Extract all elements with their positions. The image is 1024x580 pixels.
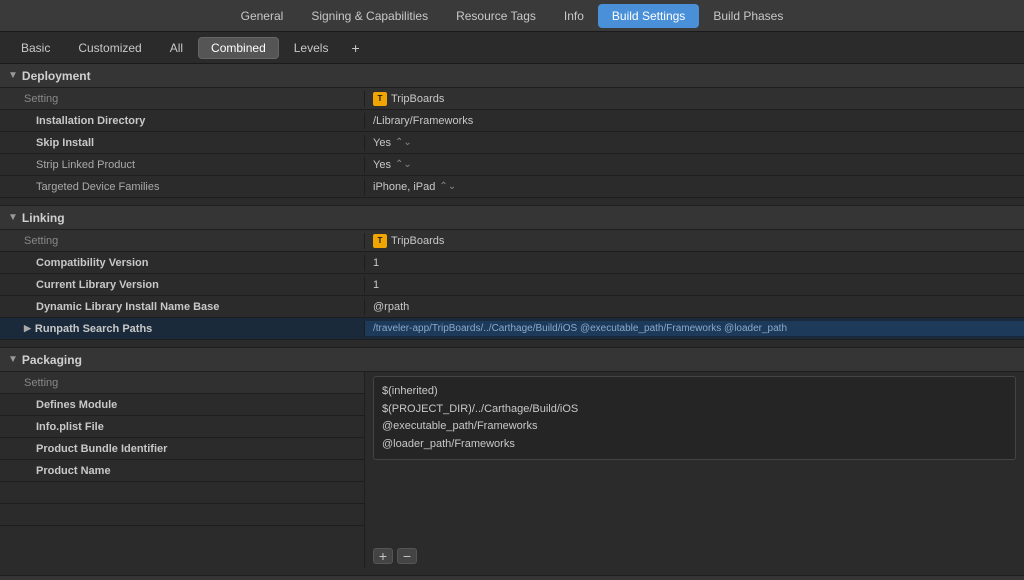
tab-general[interactable]: General xyxy=(227,4,298,28)
section-search-paths[interactable]: ▼ Search Paths xyxy=(0,576,1024,580)
packaging-title: Packaging xyxy=(22,353,82,367)
packaging-dropdown-panel[interactable]: $(inherited) $(PROJECT_DIR)/../Carthage/… xyxy=(373,376,1016,460)
settings-table: ▼ Deployment Setting T TripBoards Instal… xyxy=(0,64,1024,580)
table-row xyxy=(0,482,364,504)
tab-info[interactable]: Info xyxy=(550,4,598,28)
section-linking[interactable]: ▼ Linking xyxy=(0,206,1024,230)
section-packaging[interactable]: ▼ Packaging xyxy=(0,348,1024,372)
linking-target-icon: T xyxy=(373,234,387,248)
tab-resource-tags[interactable]: Resource Tags xyxy=(442,4,550,28)
filter-basic[interactable]: Basic xyxy=(8,37,63,59)
installation-directory-value: /Library/Frameworks xyxy=(365,113,1024,129)
top-nav: General Signing & Capabilities Resource … xyxy=(0,0,1024,32)
dropdown-remove-button[interactable]: − xyxy=(397,548,417,564)
filter-customized[interactable]: Customized xyxy=(65,37,154,59)
strip-linked-product-value: Yes ⌃⌄ xyxy=(365,157,1024,173)
dropdown-line-2: $(PROJECT_DIR)/../Carthage/Build/iOS xyxy=(382,401,1007,419)
table-row: Compatibility Version 1 xyxy=(0,252,1024,274)
strip-linked-product-label: Strip Linked Product xyxy=(0,157,365,173)
skip-install-label: Skip Install xyxy=(0,135,365,151)
targeted-device-label: Targeted Device Families xyxy=(0,179,365,195)
table-row: Targeted Device Families iPhone, iPad ⌃⌄ xyxy=(0,176,1024,198)
filter-levels[interactable]: Levels xyxy=(281,37,342,59)
packaging-triangle: ▼ xyxy=(8,354,18,365)
filter-all[interactable]: All xyxy=(157,37,196,59)
table-row xyxy=(0,504,364,526)
main-content: ▼ Deployment Setting T TripBoards Instal… xyxy=(0,64,1024,580)
tab-build-settings[interactable]: Build Settings xyxy=(598,4,699,28)
dylib-install-name-value: @rpath xyxy=(365,299,1024,315)
deployment-value-header: T TripBoards xyxy=(365,90,1024,108)
dropdown-footer: + − xyxy=(365,544,1024,568)
tab-build-phases[interactable]: Build Phases xyxy=(699,4,797,28)
deployment-header-row: Setting T TripBoards xyxy=(0,88,1024,110)
skip-install-stepper[interactable]: ⌃⌄ xyxy=(395,137,412,148)
add-filter-button[interactable]: + xyxy=(343,37,367,59)
dropdown-line-1: $(inherited) xyxy=(382,383,1007,401)
dropdown-line-4: @loader_path/Frameworks xyxy=(382,436,1007,454)
spacer3 xyxy=(0,568,1024,576)
defines-module-label: Defines Module xyxy=(0,397,365,413)
spacer xyxy=(0,198,1024,206)
deployment-setting-header: Setting xyxy=(0,91,365,107)
deployment-target-name: TripBoards xyxy=(391,93,444,105)
runpath-row[interactable]: ▶ Runpath Search Paths /traveler-app/Tri… xyxy=(0,318,1024,340)
filter-combined[interactable]: Combined xyxy=(198,37,279,59)
bundle-id-label: Product Bundle Identifier xyxy=(0,441,365,457)
dylib-install-name-label: Dynamic Library Install Name Base xyxy=(0,299,365,315)
packaging-content: Setting Defines Module Info.plist File P… xyxy=(0,372,1024,568)
dropdown-empty-space xyxy=(365,464,1024,544)
packaging-setting-header: Setting xyxy=(0,375,365,391)
spacer2 xyxy=(0,340,1024,348)
current-lib-version-value: 1 xyxy=(365,277,1024,293)
linking-target-name: TripBoards xyxy=(391,235,444,247)
table-row: Info.plist File xyxy=(0,416,364,438)
table-row: Product Name xyxy=(0,460,364,482)
tab-signing[interactable]: Signing & Capabilities xyxy=(297,4,442,28)
deployment-triangle: ▼ xyxy=(8,70,18,81)
table-row: Dynamic Library Install Name Base @rpath xyxy=(0,296,1024,318)
packaging-left-col: Setting Defines Module Info.plist File P… xyxy=(0,372,365,568)
table-row: Strip Linked Product Yes ⌃⌄ xyxy=(0,154,1024,176)
deployment-target-icon: T xyxy=(373,92,387,106)
targeted-device-stepper[interactable]: ⌃⌄ xyxy=(439,181,456,192)
runpath-value: /traveler-app/TripBoards/../Carthage/Bui… xyxy=(365,321,1024,336)
current-lib-version-label: Current Library Version xyxy=(0,277,365,293)
filter-bar: Basic Customized All Combined Levels + xyxy=(0,32,1024,64)
targeted-device-value: iPhone, iPad ⌃⌄ xyxy=(365,179,1024,195)
table-row: Skip Install Yes ⌃⌄ xyxy=(0,132,1024,154)
product-name-label: Product Name xyxy=(0,463,365,479)
table-row: Product Bundle Identifier xyxy=(0,438,364,460)
runpath-label: Runpath Search Paths xyxy=(35,323,152,335)
deployment-title: Deployment xyxy=(22,69,91,83)
packaging-header-row: Setting xyxy=(0,372,364,394)
linking-value-header: T TripBoards xyxy=(365,232,1024,250)
strip-linked-product-stepper[interactable]: ⌃⌄ xyxy=(395,159,412,170)
linking-header-row: Setting T TripBoards xyxy=(0,230,1024,252)
linking-triangle: ▼ xyxy=(8,212,18,223)
compat-version-value: 1 xyxy=(365,255,1024,271)
installation-directory-label: Installation Directory xyxy=(0,113,365,129)
linking-setting-header: Setting xyxy=(0,233,365,249)
runpath-triangle: ▶ xyxy=(24,323,31,334)
table-row: Current Library Version 1 xyxy=(0,274,1024,296)
section-deployment[interactable]: ▼ Deployment xyxy=(0,64,1024,88)
table-row: Installation Directory /Library/Framewor… xyxy=(0,110,1024,132)
skip-install-value: Yes ⌃⌄ xyxy=(365,135,1024,151)
linking-title: Linking xyxy=(22,211,65,225)
dropdown-line-3: @executable_path/Frameworks xyxy=(382,418,1007,436)
infoplist-label: Info.plist File xyxy=(0,419,365,435)
table-row: Defines Module xyxy=(0,394,364,416)
compat-version-label: Compatibility Version xyxy=(0,255,365,271)
dropdown-add-button[interactable]: + xyxy=(373,548,393,564)
packaging-right-col: $(inherited) $(PROJECT_DIR)/../Carthage/… xyxy=(365,372,1024,568)
